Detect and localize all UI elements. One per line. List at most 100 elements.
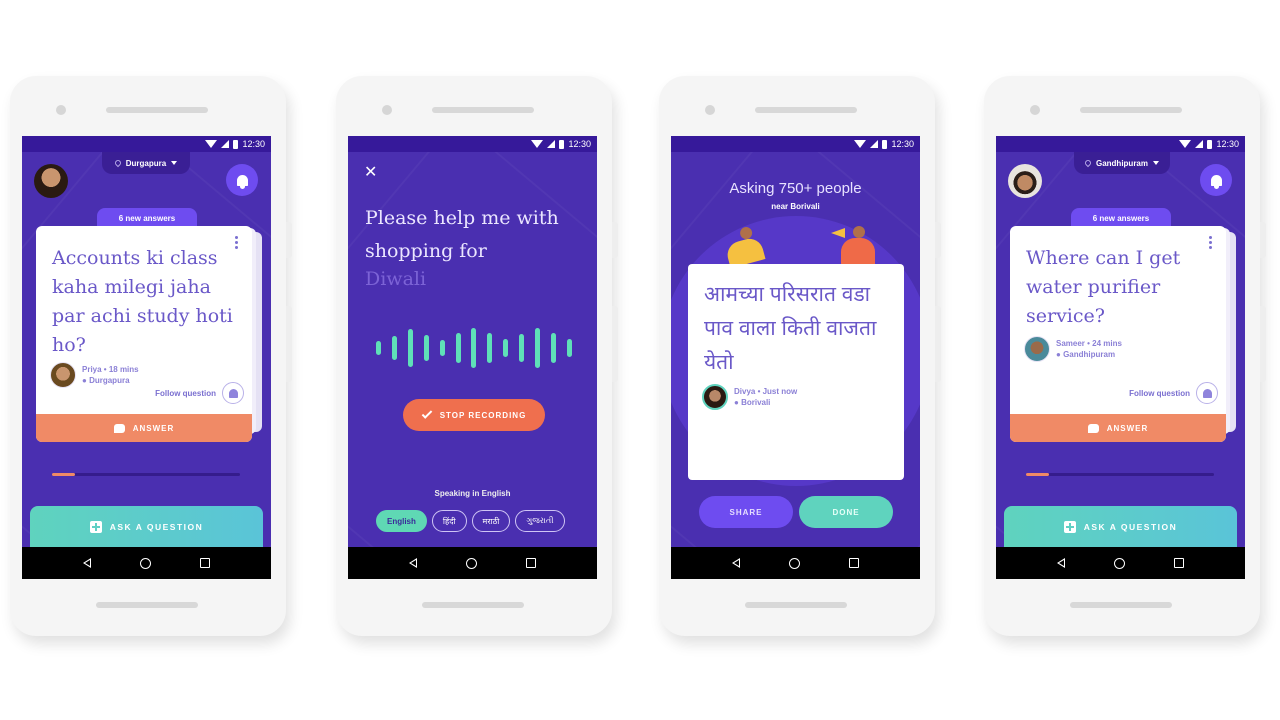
android-nav-bar — [996, 547, 1245, 579]
waveform-bar — [503, 339, 509, 357]
android-nav-bar — [348, 547, 597, 579]
home-icon[interactable] — [788, 557, 800, 569]
location-pin-icon: ● — [734, 398, 742, 407]
lang-english[interactable]: English — [376, 510, 427, 532]
lang-hindi[interactable]: हिंदी — [431, 510, 467, 532]
battery-icon — [559, 139, 565, 149]
recent-apps-icon[interactable] — [200, 558, 211, 568]
bottom-speaker — [422, 602, 524, 608]
question-card[interactable]: Where can I get water purifier service? … — [1010, 226, 1226, 442]
camera — [705, 105, 715, 115]
progress-fill — [1026, 473, 1049, 476]
screen-question-feed: 12:30 Durgapura 6 new answers Accounts k… — [22, 136, 271, 579]
location-label: Gandhipuram — [1095, 158, 1148, 168]
asker-avatar — [702, 384, 728, 410]
back-icon[interactable] — [82, 558, 91, 568]
user-avatar[interactable] — [34, 164, 68, 198]
status-bar: 12:30 — [348, 136, 597, 152]
question-card[interactable]: Accounts ki class kaha milegi jaha par a… — [36, 226, 252, 442]
location-selector[interactable]: Gandhipuram — [1074, 152, 1170, 174]
recent-apps-icon[interactable] — [849, 558, 860, 568]
location-selector[interactable]: Durgapura — [102, 152, 190, 174]
screen-voice-input: 12:30 ✕ Please help me with shopping for… — [348, 136, 597, 579]
battery-icon — [1207, 139, 1213, 149]
camera — [56, 105, 66, 115]
screen-question-feed: 12:30 Gandhipuram 6 new answers Where ca… — [996, 136, 1245, 579]
phone-mockup-3: 12:30 Asking 750+ people near Borivali आ… — [659, 76, 941, 636]
ask-question-button[interactable]: ASK A QUESTION — [30, 506, 263, 548]
check-icon — [421, 408, 432, 419]
answer-button[interactable]: ANSWER — [36, 414, 252, 442]
ask-question-button[interactable]: ASK A QUESTION — [1004, 506, 1237, 548]
waveform-bar — [519, 334, 525, 362]
answer-button[interactable]: ANSWER — [1010, 414, 1226, 442]
asker-info: Sameer • 24 mins ● Gandhipuram — [1024, 336, 1122, 362]
megaphone-icon — [831, 228, 845, 238]
done-button[interactable]: DONE — [799, 496, 893, 528]
follow-question-button[interactable]: Follow question — [1129, 382, 1218, 404]
camera — [1030, 105, 1040, 115]
home-icon[interactable] — [465, 557, 477, 569]
signal-icon — [221, 140, 230, 148]
back-icon[interactable] — [731, 558, 740, 568]
question-text: Accounts ki class kaha milegi jaha par a… — [52, 247, 233, 356]
location-pin-icon: ● — [82, 376, 90, 385]
wifi-icon — [205, 140, 218, 148]
bell-icon — [1196, 382, 1218, 404]
wifi-icon — [531, 140, 544, 148]
notifications-button[interactable] — [226, 164, 258, 196]
close-icon[interactable]: ✕ — [364, 162, 377, 182]
volume-button — [286, 306, 292, 382]
share-button[interactable]: SHARE — [699, 496, 793, 528]
bell-icon — [236, 174, 248, 189]
chat-bubble-icon — [1087, 423, 1099, 433]
lang-marathi[interactable]: मराठी — [471, 510, 511, 532]
home-icon[interactable] — [139, 557, 151, 569]
bottom-speaker — [1070, 602, 1172, 608]
speaker-grille — [432, 107, 534, 113]
recent-apps-icon[interactable] — [526, 558, 537, 568]
battery-icon — [233, 139, 239, 149]
asker-info: Priya • 18 mins ● Durgapura — [50, 362, 139, 388]
megaphone-person-illustration — [841, 226, 875, 264]
back-icon[interactable] — [408, 558, 417, 568]
near-location: near Borivali — [771, 202, 820, 211]
progress-bar — [52, 473, 240, 476]
screen-broadcast: 12:30 Asking 750+ people near Borivali आ… — [671, 136, 920, 579]
signal-icon — [547, 140, 556, 148]
asking-count: Asking 750+ people — [729, 180, 862, 197]
waveform-bar — [535, 328, 541, 368]
volume-button — [612, 306, 618, 382]
back-icon[interactable] — [1056, 558, 1065, 568]
android-nav-bar — [22, 547, 271, 579]
question-text: आमच्या परिसरात वडा पाव वाला किती वाजता य… — [704, 283, 877, 374]
language-selector: English हिंदी मराठी ગુજરાતી — [376, 510, 565, 532]
lang-gujarati[interactable]: ગુજરાતી — [515, 510, 565, 532]
follow-question-button[interactable]: Follow question — [155, 382, 244, 404]
volume-button — [1260, 306, 1266, 382]
android-nav-bar — [671, 547, 920, 579]
bell-icon — [1210, 174, 1222, 189]
asker-avatar — [1024, 336, 1050, 362]
stop-recording-button[interactable]: STOP RECORDING — [403, 399, 545, 431]
waveform-bar — [407, 329, 413, 367]
speaker-grille — [106, 107, 208, 113]
recent-apps-icon[interactable] — [1174, 558, 1185, 568]
partial-transcription: Diwali — [365, 268, 427, 290]
ask-label: ASK A QUESTION — [109, 522, 204, 532]
waveform-bar — [550, 333, 556, 363]
bottom-speaker — [96, 602, 198, 608]
question-text: Where can I get water purifier service? — [1026, 247, 1181, 327]
waveform-bar — [487, 333, 493, 363]
follow-label: Follow question — [155, 388, 216, 398]
waveform-bar — [439, 340, 445, 356]
progress-fill — [52, 473, 75, 476]
phone-mockup-2: 12:30 ✕ Please help me with shopping for… — [336, 76, 618, 636]
user-avatar[interactable] — [1008, 164, 1042, 198]
waveform-bar — [391, 336, 397, 360]
phone-mockup-4: 12:30 Gandhipuram 6 new answers Where ca… — [984, 76, 1266, 636]
notifications-button[interactable] — [1200, 164, 1232, 196]
clock: 12:30 — [1216, 139, 1239, 149]
home-icon[interactable] — [1113, 557, 1125, 569]
status-bar: 12:30 — [22, 136, 271, 152]
